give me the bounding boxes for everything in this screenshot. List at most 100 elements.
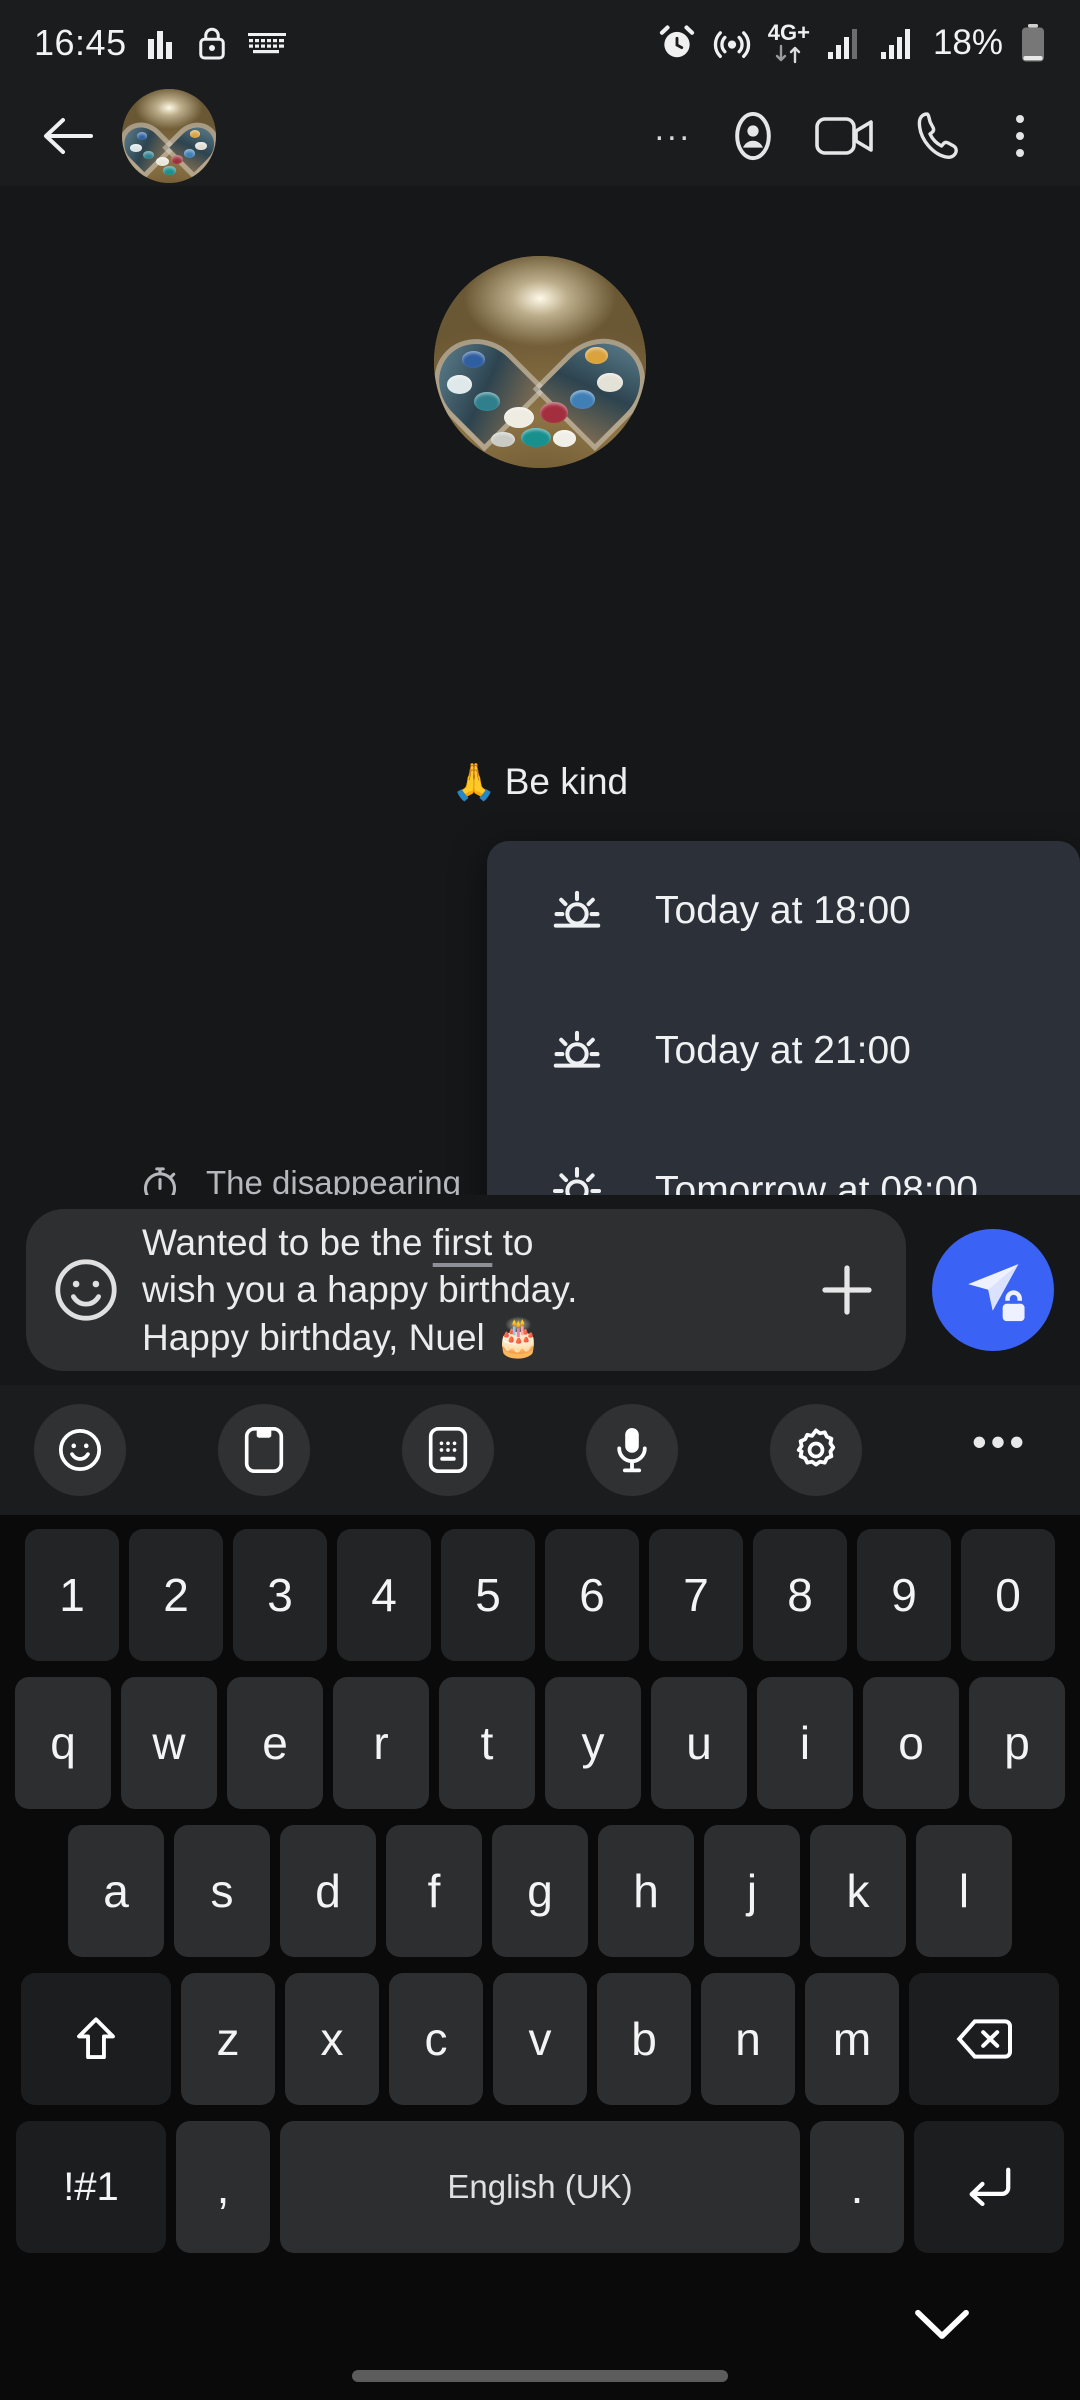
numpad-icon[interactable] — [402, 1404, 494, 1496]
key-4[interactable]: 4 — [337, 1529, 431, 1661]
key-j[interactable]: j — [704, 1825, 800, 1957]
key-3[interactable]: 3 — [233, 1529, 327, 1661]
schedule-option-label: Today at 18:00 — [655, 889, 911, 933]
chat-caption: 🙏Be kind — [0, 761, 1080, 803]
key-i[interactable]: i — [757, 1677, 853, 1809]
key-x[interactable]: x — [285, 1973, 379, 2105]
shift-key[interactable] — [21, 1973, 171, 2105]
back-button[interactable] — [30, 98, 106, 174]
key-m[interactable]: m — [805, 1973, 899, 2105]
app-bar: ... — [0, 86, 1080, 186]
key-s[interactable]: s — [174, 1825, 270, 1957]
sim1-signal-icon — [827, 27, 863, 59]
more-icon[interactable]: ••• — [954, 1404, 1046, 1496]
voice-call-icon[interactable] — [906, 105, 968, 167]
key-t[interactable]: t — [439, 1677, 535, 1809]
profile-icon[interactable] — [722, 105, 784, 167]
key-n[interactable]: n — [701, 1973, 795, 2105]
key-p[interactable]: p — [969, 1677, 1065, 1809]
chat-caption-text: Be kind — [505, 761, 628, 802]
key-2[interactable]: 2 — [129, 1529, 223, 1661]
comma-key[interactable]: , — [176, 2121, 270, 2253]
schedule-option-today-21[interactable]: Today at 21:00 — [487, 981, 1080, 1121]
composer-input-box[interactable]: Wanted to be the first towish you a happ… — [26, 1209, 906, 1371]
message-misspelled-word: first — [433, 1222, 493, 1263]
settings-icon[interactable] — [770, 1404, 862, 1496]
key-9[interactable]: 9 — [857, 1529, 951, 1661]
microphone-icon[interactable] — [586, 1404, 678, 1496]
key-v[interactable]: v — [493, 1973, 587, 2105]
lock-icon — [197, 25, 227, 61]
key-y[interactable]: y — [545, 1677, 641, 1809]
backspace-icon — [956, 2017, 1012, 2061]
key-f[interactable]: f — [386, 1825, 482, 1957]
alarm-icon — [658, 24, 696, 62]
lock-icon — [1001, 1293, 1026, 1323]
enter-key[interactable] — [914, 2121, 1064, 2253]
shift-icon — [73, 2015, 119, 2063]
key-h[interactable]: h — [598, 1825, 694, 1957]
schedule-option-today-18[interactable]: Today at 18:00 — [487, 841, 1080, 981]
message-line3: Happy birthday, Nuel 🎂 — [142, 1317, 541, 1358]
key-5[interactable]: 5 — [441, 1529, 535, 1661]
hide-keyboard-button[interactable] — [914, 2308, 970, 2342]
key-1[interactable]: 1 — [25, 1529, 119, 1661]
status-bar: 16:45 4G+ — [0, 0, 1080, 86]
backspace-key[interactable] — [909, 1973, 1059, 2105]
battery-icon — [1020, 23, 1046, 63]
video-call-icon[interactable] — [814, 105, 876, 167]
app-bar-actions: ... — [655, 105, 1050, 167]
key-c[interactable]: c — [389, 1973, 483, 2105]
status-clock: 16:45 — [34, 22, 127, 64]
key-o[interactable]: o — [863, 1677, 959, 1809]
keyboard-toolbar: ••• — [0, 1385, 1080, 1515]
symbols-key[interactable]: !#1 — [16, 2121, 166, 2253]
enter-icon — [964, 2165, 1014, 2209]
phone-screen: 16:45 4G+ — [0, 0, 1080, 2400]
key-u[interactable]: u — [651, 1677, 747, 1809]
key-l[interactable]: l — [916, 1825, 1012, 1957]
contact-avatar[interactable] — [122, 89, 216, 183]
praying-hands-icon: 🙏 — [452, 761, 497, 802]
keyboard-rows: 1 2 3 4 5 6 7 8 9 0 q w e r t y u i o — [0, 1515, 1080, 2253]
emoji-icon[interactable] — [50, 1254, 122, 1326]
hotspot-icon — [713, 24, 751, 62]
signal-bars-icon — [147, 27, 177, 59]
key-e[interactable]: e — [227, 1677, 323, 1809]
key-b[interactable]: b — [597, 1973, 691, 2105]
send-button[interactable] — [932, 1229, 1054, 1351]
attach-button[interactable] — [814, 1257, 880, 1323]
key-k[interactable]: k — [810, 1825, 906, 1957]
emoji-icon[interactable] — [34, 1404, 126, 1496]
key-6[interactable]: 6 — [545, 1529, 639, 1661]
status-bar-right: 4G+ 18% — [658, 22, 1046, 64]
keyboard-row-top: q w e r t y u i o p — [8, 1677, 1072, 1809]
more-options-icon[interactable] — [998, 105, 1042, 167]
key-g[interactable]: g — [492, 1825, 588, 1957]
keyboard-icon — [247, 30, 287, 56]
key-r[interactable]: r — [333, 1677, 429, 1809]
home-indicator[interactable] — [352, 2370, 728, 2382]
key-w[interactable]: w — [121, 1677, 217, 1809]
sunset-icon — [549, 1023, 605, 1079]
status-bar-left: 16:45 — [34, 22, 287, 64]
conversation-avatar-large[interactable] — [434, 256, 646, 468]
keyboard-row-numbers: 1 2 3 4 5 6 7 8 9 0 — [8, 1529, 1072, 1661]
key-0[interactable]: 0 — [961, 1529, 1055, 1661]
key-z[interactable]: z — [181, 1973, 275, 2105]
message-input[interactable]: Wanted to be the first towish you a happ… — [142, 1209, 794, 1371]
network-type-label: 4G+ — [768, 22, 810, 44]
message-line1-after: to — [492, 1222, 533, 1263]
key-7[interactable]: 7 — [649, 1529, 743, 1661]
schedule-option-label: Today at 21:00 — [655, 1029, 911, 1073]
space-key[interactable]: English (UK) — [280, 2121, 800, 2253]
keyboard-row-space: !#1 , English (UK) . — [8, 2121, 1072, 2253]
key-q[interactable]: q — [15, 1677, 111, 1809]
clipboard-icon[interactable] — [218, 1404, 310, 1496]
message-composer: Wanted to be the first towish you a happ… — [0, 1195, 1080, 1385]
key-d[interactable]: d — [280, 1825, 376, 1957]
key-a[interactable]: a — [68, 1825, 164, 1957]
key-8[interactable]: 8 — [753, 1529, 847, 1661]
period-key[interactable]: . — [810, 2121, 904, 2253]
keyboard-bottom-bar — [0, 2269, 1080, 2381]
